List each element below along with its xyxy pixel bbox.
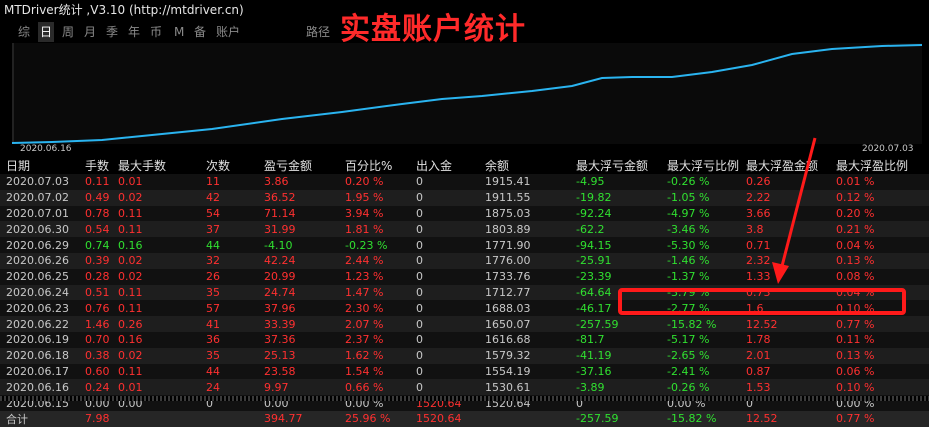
- total-pct: 25.96 %: [339, 410, 410, 427]
- table-total-row: 合计 7.98 394.77 25.96 % 1520.64 -257.59 -15.82 …: [0, 410, 929, 427]
- total-max-fp-pct: 0.77 %: [830, 410, 929, 427]
- annotation-arrow: [772, 137, 817, 284]
- total-max-lots: [112, 410, 200, 427]
- total-lots: 7.98: [79, 410, 112, 427]
- total-max-fp: 12.52: [740, 410, 830, 427]
- total-balance: [479, 410, 570, 427]
- total-label: 合计: [0, 410, 79, 427]
- total-io: 1520.64: [410, 410, 479, 427]
- total-max-dd: -257.59: [570, 410, 661, 427]
- total-count: [200, 410, 258, 427]
- bottom-status-strip: [0, 396, 929, 401]
- total-max-dd-pct: -15.82 %: [661, 410, 740, 427]
- total-pnl: 394.77: [258, 410, 339, 427]
